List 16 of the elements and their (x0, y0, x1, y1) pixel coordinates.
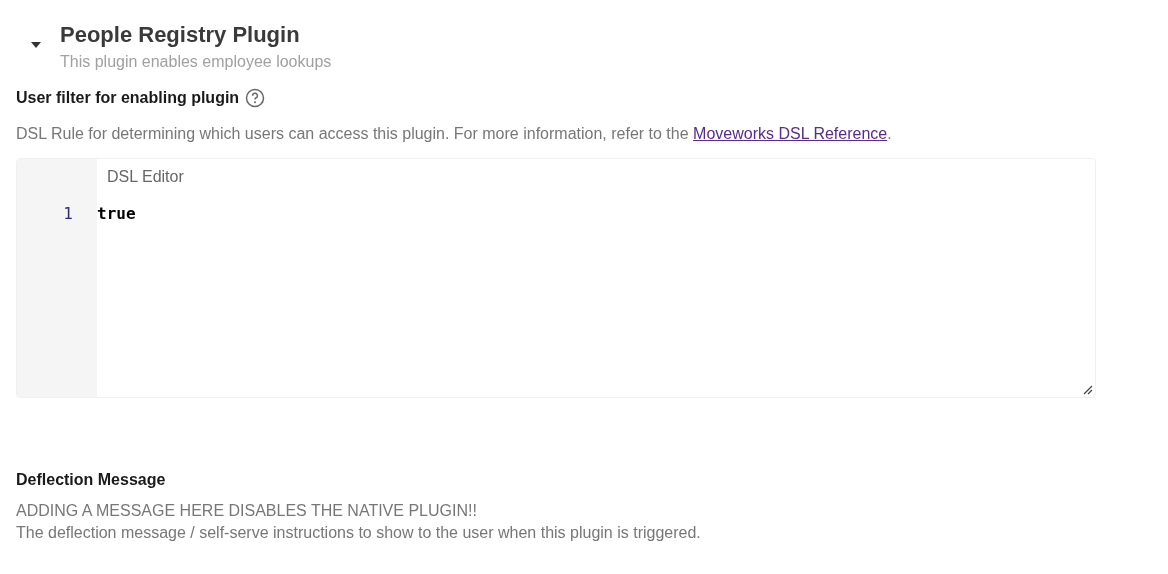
field-label: Deflection Message (16, 470, 167, 490)
line-number: 1 (63, 204, 73, 224)
resize-handle-icon[interactable] (1083, 385, 1093, 395)
plugin-subtitle: This plugin enables employee lookups (60, 52, 332, 72)
code-line: true (97, 204, 137, 224)
code-editor[interactable]: 1 DSL Editor true (16, 158, 1096, 398)
caret-icon (31, 42, 41, 48)
field-description: DSL Rule for determining which users can access this plugin. For more information, refer to the Moveworks DSL Reference. (16, 124, 893, 144)
help-text: The deflection message / self-serve instructions to show to the user when this plugin is triggered. (16, 523, 702, 543)
help-icon[interactable] (245, 88, 266, 108)
reference-link[interactable]: Moveworks DSL Reference (693, 125, 888, 142)
plugin-title: People Registry Plugin (60, 22, 301, 48)
help-text: ADDING A MESSAGE HERE DISABLES THE NATIVE PLUGIN!! (16, 501, 478, 521)
editor-label: DSL Editor (106, 167, 185, 187)
collapse-toggle[interactable] (29, 40, 43, 50)
field-label: User filter for enabling plugin (16, 88, 240, 108)
